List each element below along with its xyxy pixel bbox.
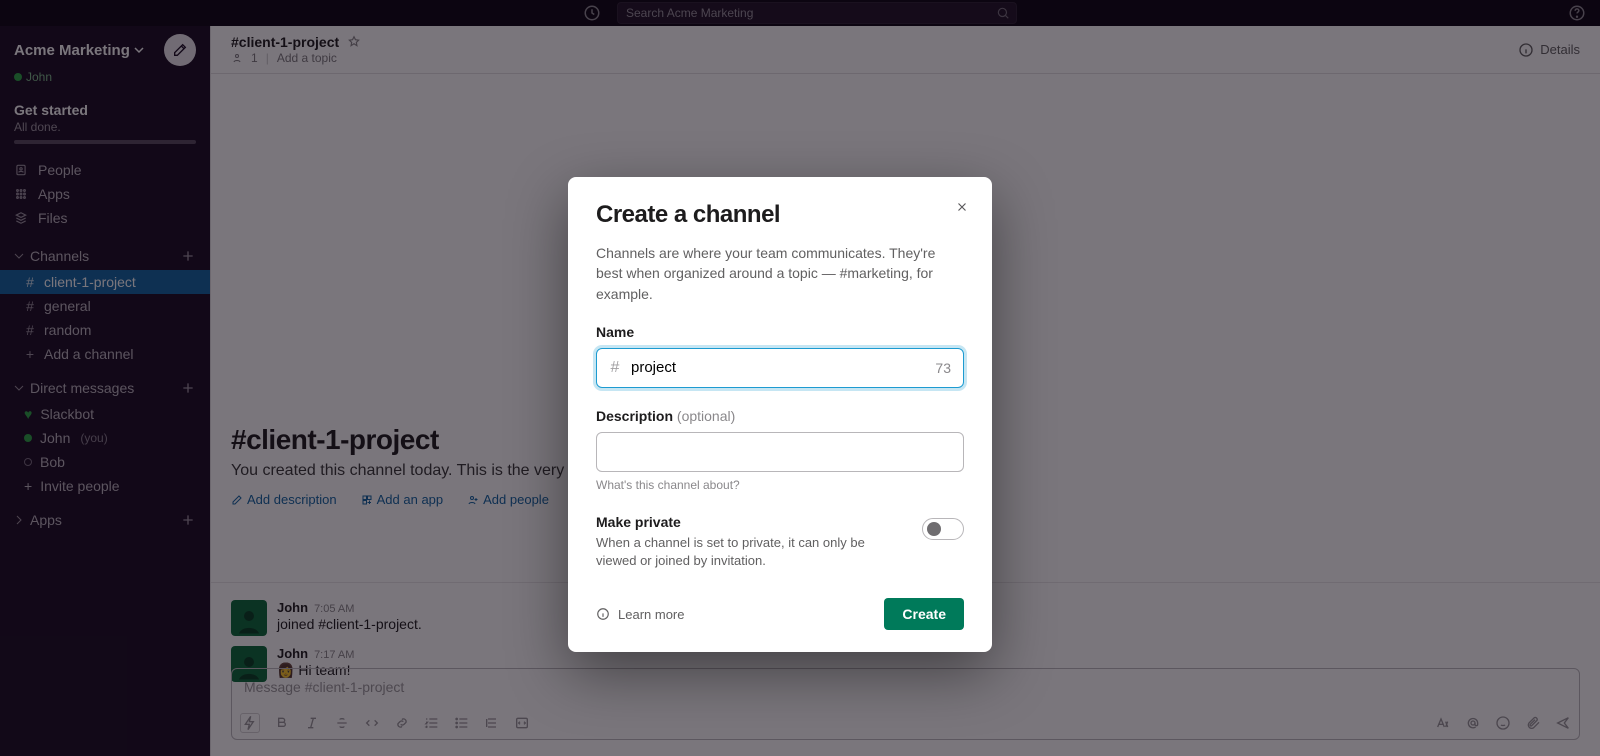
make-private-toggle[interactable]	[922, 518, 964, 540]
make-private-sub: When a channel is set to private, it can…	[596, 534, 902, 570]
close-icon	[955, 200, 969, 214]
channel-description-input[interactable]	[597, 433, 963, 471]
modal-title: Create a channel	[596, 201, 964, 229]
create-button[interactable]: Create	[884, 598, 964, 630]
name-label: Name	[596, 324, 964, 340]
toggle-knob	[927, 522, 941, 536]
hash-prefix-icon: #	[609, 359, 621, 377]
learn-more-link[interactable]: Learn more	[596, 607, 684, 622]
description-label: Description (optional)	[596, 408, 964, 424]
description-hint: What's this channel about?	[596, 478, 964, 492]
close-button[interactable]	[950, 195, 974, 219]
char-remaining: 73	[935, 360, 951, 376]
learn-more-label: Learn more	[618, 607, 684, 622]
channel-name-field[interactable]: # 73	[596, 348, 964, 388]
info-icon	[596, 607, 610, 621]
modal-description: Channels are where your team communicate…	[596, 243, 964, 304]
channel-name-input[interactable]	[631, 359, 925, 376]
channel-description-field[interactable]	[596, 432, 964, 472]
create-channel-modal: Create a channel Channels are where your…	[568, 177, 992, 652]
make-private-title: Make private	[596, 514, 902, 530]
